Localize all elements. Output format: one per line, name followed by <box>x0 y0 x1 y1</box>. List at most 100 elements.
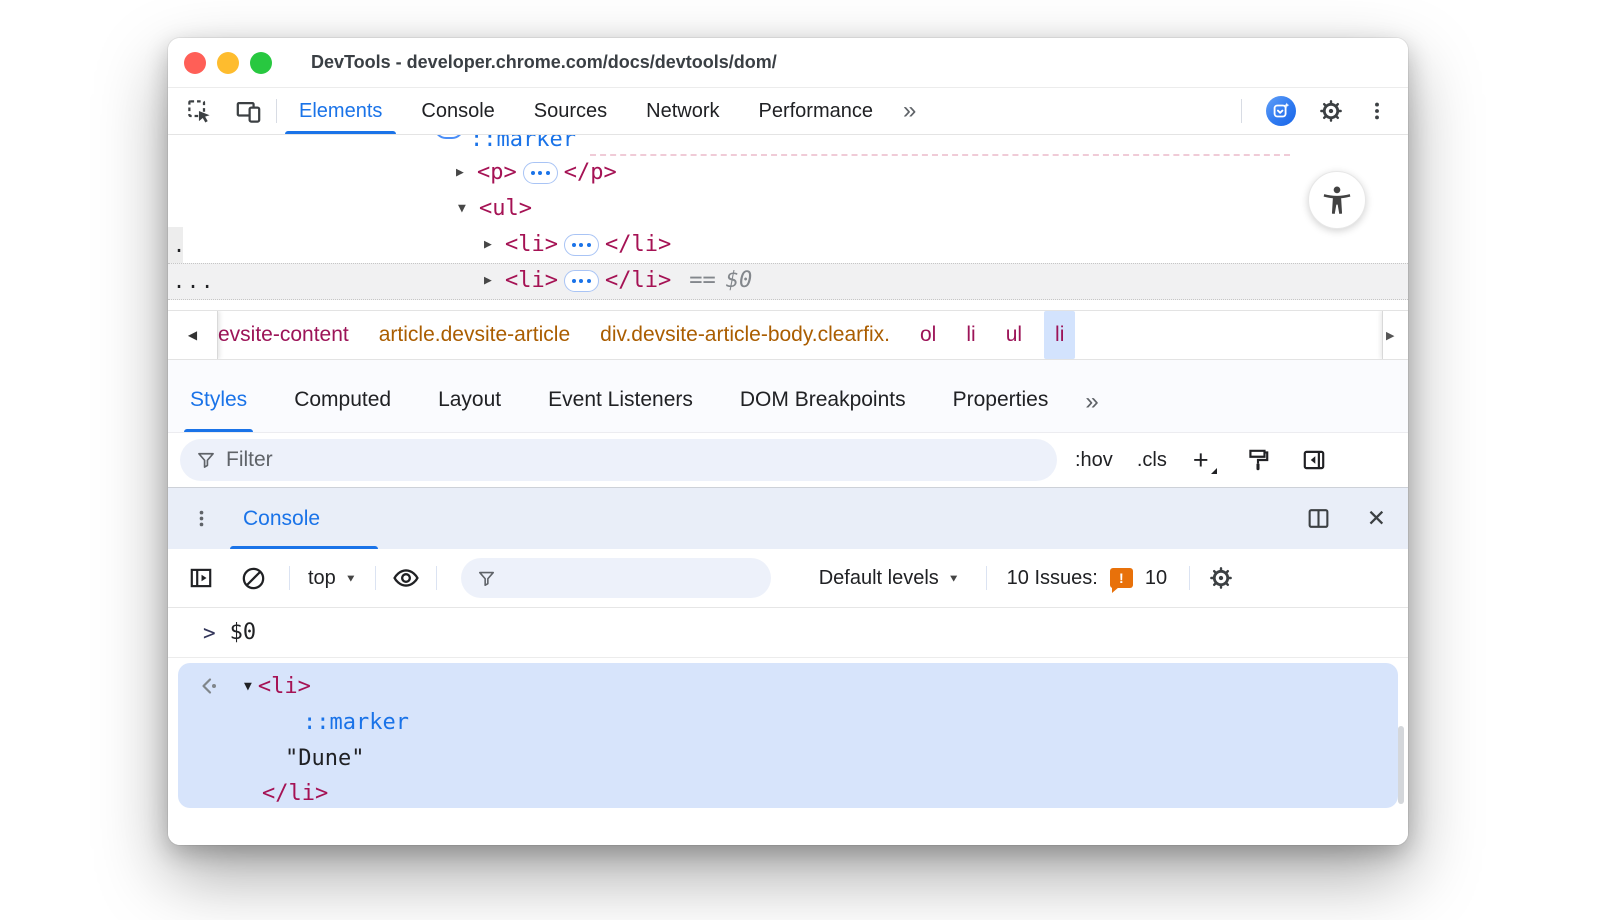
tree-row-p[interactable]: ▶ <p> </p> <box>456 155 617 191</box>
console-scrollbar-thumb[interactable] <box>1398 726 1404 804</box>
tree-row-li-1[interactable]: ▶ <li> </li> <box>484 227 671 263</box>
tab-layout[interactable]: Layout <box>438 388 501 418</box>
dock-sidebar-icon[interactable] <box>1301 447 1327 473</box>
tree-row-li-selected[interactable]: ▶ <li> </li> == $0 <box>484 263 752 299</box>
gutter-text-ellipsis: ... <box>173 263 215 299</box>
drawer-kebab-menu-icon[interactable] <box>192 509 211 528</box>
crumb-article[interactable]: article.devsite-article <box>379 323 570 347</box>
result-text-row: "Dune" <box>285 743 364 775</box>
accessibility-overlay-button[interactable] <box>1308 171 1366 229</box>
accessibility-person-icon <box>1321 184 1353 216</box>
drawer-tab-console[interactable]: Console <box>243 507 320 531</box>
more-tabs-icon[interactable]: » <box>1085 390 1098 418</box>
drawer-tab-underline <box>230 546 378 550</box>
log-levels-selector[interactable]: Default levels ▼ <box>819 567 960 590</box>
collapse-arrow-icon[interactable]: ▼ <box>458 191 472 227</box>
tab-dom-breakpoints[interactable]: DOM Breakpoints <box>740 388 906 418</box>
drawer-header-right: ✕ <box>1306 506 1386 531</box>
inspect-element-icon[interactable] <box>186 98 213 125</box>
console-result-highlight[interactable]: ▼ <li> ::marker "Dune" </li> <box>178 663 1398 808</box>
device-toolbar-icon[interactable] <box>235 98 262 125</box>
close-drawer-icon[interactable]: ✕ <box>1367 507 1386 530</box>
crumb-li-selected[interactable]: li <box>1044 311 1075 359</box>
ai-assistance-icon[interactable] <box>1266 96 1296 126</box>
li-open-tag: <li> <box>258 671 311 703</box>
li-open-tag: <li> <box>505 263 558 299</box>
ellipsis-badge[interactable] <box>564 234 599 256</box>
console-messages[interactable]: > $0 ▼ <li> ::marker "Dune" </li> <box>168 608 1408 845</box>
tab-event-listeners[interactable]: Event Listeners <box>548 388 693 418</box>
titlebar: DevTools - developer.chrome.com/docs/dev… <box>168 38 1408 88</box>
ellipsis-badge[interactable] <box>564 270 599 292</box>
tab-elements[interactable]: Elements <box>299 88 382 134</box>
crumb-ol[interactable]: ol <box>920 323 936 347</box>
tab-sources[interactable]: Sources <box>534 88 607 134</box>
crumb-devsite-content[interactable]: evsite-content <box>218 323 349 347</box>
breadcrumb: evsite-content article.devsite-article d… <box>218 311 1075 359</box>
result-li-open-row[interactable]: ▼ <li> <box>244 671 311 703</box>
crumb-article-body[interactable]: div.devsite-article-body.clearfix. <box>600 323 890 347</box>
split-panel-icon[interactable] <box>1306 506 1331 531</box>
toolbar-separator <box>1189 566 1190 590</box>
live-expression-eye-icon[interactable] <box>392 564 420 592</box>
console-filter-input[interactable] <box>506 566 771 590</box>
crumb-ul[interactable]: ul <box>1006 323 1022 347</box>
style-filter-input[interactable] <box>226 448 1057 472</box>
context-selector[interactable]: top ▼ <box>308 567 357 590</box>
tab-network[interactable]: Network <box>646 88 719 134</box>
collapse-arrow-icon[interactable]: ▼ <box>244 671 252 703</box>
tab-styles[interactable]: Styles <box>190 388 247 418</box>
drawer-header: Console ✕ <box>168 487 1408 549</box>
element-classes-button[interactable]: .cls <box>1137 449 1167 472</box>
tab-performance[interactable]: Performance <box>759 88 874 134</box>
ul-open-tag: <ul> <box>479 191 532 227</box>
toolbar-separator <box>375 566 376 590</box>
more-tabs-icon[interactable]: » <box>903 99 916 123</box>
settings-gear-icon[interactable] <box>1318 98 1344 124</box>
tab-properties[interactable]: Properties <box>953 388 1049 418</box>
dollar-zero-reference: $0 <box>726 263 753 299</box>
crumb-li[interactable]: li <box>966 323 975 347</box>
toolbar-separator <box>276 99 277 123</box>
toolbar-separator <box>436 566 437 590</box>
tree-row-ul[interactable]: ▼ <ul> <box>458 191 532 227</box>
tab-console[interactable]: Console <box>421 88 494 134</box>
chevron-down-icon: ▼ <box>948 572 960 584</box>
issues-counter[interactable]: 10 Issues: ! 10 <box>1007 567 1167 590</box>
ellipsis-badge[interactable] <box>523 162 558 184</box>
elements-panel[interactable]: ::marker ▶ <p> </p> ▼ <ul> ▶ <li> </li> … <box>168 135 1408 310</box>
expand-arrow-icon[interactable]: ▶ <box>484 227 498 263</box>
new-style-rule-icon[interactable]: + <box>1193 447 1215 474</box>
minimize-window-button[interactable] <box>217 52 239 74</box>
li-text-content: "Dune" <box>285 743 364 775</box>
p-open-tag: <p> <box>477 155 517 191</box>
maximize-window-button[interactable] <box>250 52 272 74</box>
dom-change-flash-line <box>590 154 1290 156</box>
expand-arrow-icon[interactable]: ▶ <box>456 155 470 191</box>
kebab-menu-icon[interactable] <box>1366 100 1388 122</box>
equals-sign: == <box>689 263 716 299</box>
style-filter-field[interactable] <box>180 439 1057 481</box>
breadcrumb-scroll-right-icon[interactable]: ▶ <box>1382 311 1408 359</box>
toggle-element-state-button[interactable]: :hov <box>1075 449 1113 472</box>
filter-funnel-icon <box>477 569 496 588</box>
tab-computed[interactable]: Computed <box>294 388 391 418</box>
close-window-button[interactable] <box>184 52 206 74</box>
log-levels-label: Default levels <box>819 567 939 590</box>
clear-console-icon[interactable] <box>240 565 267 592</box>
breadcrumb-scroll-left-icon[interactable]: ◀ <box>168 311 218 359</box>
console-command-row[interactable]: > $0 <box>168 608 1408 658</box>
breadcrumb-bar: ◀ evsite-content article.devsite-article… <box>168 310 1408 360</box>
issues-label: 10 Issues: <box>1007 567 1098 590</box>
console-filter-field[interactable] <box>461 558 771 598</box>
issue-badge-icon: ! <box>1110 568 1133 588</box>
expand-arrow-icon[interactable]: ▶ <box>484 263 498 299</box>
selected-node-highlight <box>168 263 1408 300</box>
result-li-close-row: </li> <box>262 778 328 810</box>
chevron-down-icon: ▼ <box>345 572 357 584</box>
brush-icon[interactable] <box>1245 447 1271 473</box>
toolbar-separator <box>986 566 987 590</box>
gutter-text-dot: . <box>173 227 185 263</box>
console-sidebar-icon[interactable] <box>188 565 214 591</box>
console-settings-gear-icon[interactable] <box>1208 565 1234 591</box>
